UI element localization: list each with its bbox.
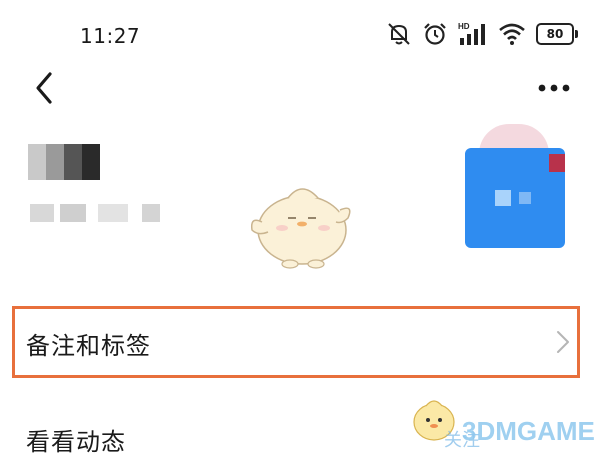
signal-tag: HD (458, 22, 470, 31)
watermark: 关注 3DMGAME (404, 388, 600, 451)
profile-name-blurred (28, 144, 100, 180)
mascot-sticker (244, 176, 356, 272)
wifi-icon (498, 22, 526, 46)
more-button[interactable] (536, 78, 576, 98)
watermark-text: 3DMGAME (462, 416, 595, 446)
chevron-right-icon (557, 331, 569, 353)
avatar[interactable] (465, 120, 571, 248)
battery-icon: 80 (536, 23, 578, 45)
alarm-icon (422, 21, 448, 47)
status-icons: HD 80 (386, 20, 578, 48)
more-dots-icon (538, 84, 570, 92)
remarks-and-tags-label: 备注和标签 (26, 332, 151, 360)
profile-id-blurred (30, 204, 190, 222)
status-bar: 11:27 HD 80 (0, 0, 600, 66)
signal-icon: HD (458, 21, 488, 47)
chevron-left-icon (36, 72, 52, 104)
status-time: 11:27 (80, 24, 141, 48)
remarks-and-tags-row[interactable]: 备注和标签 (0, 306, 600, 378)
moments-label: 看看动态 (26, 428, 126, 456)
mute-vibrate-icon (386, 21, 412, 47)
back-button[interactable] (28, 68, 64, 108)
battery-level: 80 (546, 27, 564, 41)
